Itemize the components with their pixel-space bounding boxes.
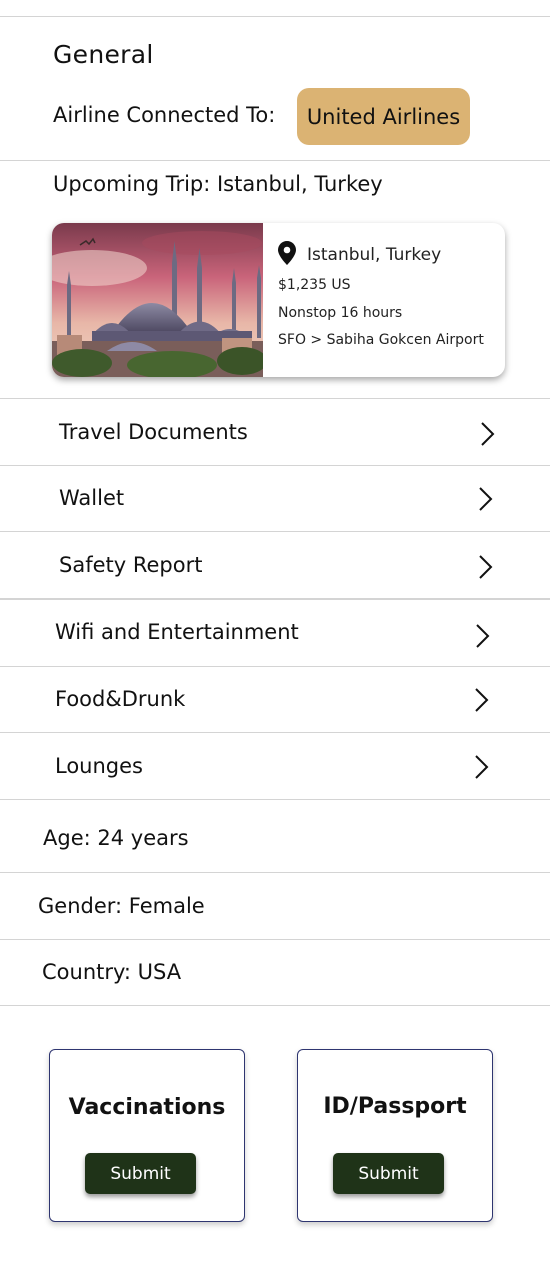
section-title-general: General [53, 40, 154, 69]
age-info: Age: 24 years [43, 826, 189, 850]
divider [0, 799, 550, 800]
chevron-right-icon [475, 688, 489, 712]
menu-item-wallet[interactable]: Wallet [0, 466, 550, 532]
menu-item-lounges[interactable]: Lounges [0, 733, 550, 799]
country-info: Country: USA [42, 960, 182, 984]
chevron-right-icon [475, 755, 489, 779]
menu-item-label: Wallet [59, 486, 125, 510]
chevron-right-icon [479, 555, 493, 579]
divider [0, 1005, 550, 1006]
airline-label: Airline Connected To: [53, 103, 276, 127]
divider [0, 939, 550, 940]
chevron-right-icon [479, 487, 493, 511]
menu-item-label: Wifi and Entertainment [55, 620, 299, 644]
trip-duration: Nonstop 16 hours [278, 305, 403, 321]
istanbul-mosque-photo [52, 223, 263, 377]
chevron-right-icon [476, 624, 490, 648]
trip-price: $1,235 US [278, 277, 351, 293]
gender-info: Gender: Female [38, 894, 205, 918]
airline-chip[interactable]: United Airlines [297, 88, 470, 145]
menu-item-travel-documents[interactable]: Travel Documents [0, 399, 550, 465]
divider [0, 160, 550, 161]
vaccinations-title: Vaccinations [68, 1095, 226, 1120]
trip-route: SFO > Sabiha Gokcen Airport [278, 332, 484, 348]
menu-item-label: Travel Documents [59, 420, 248, 444]
chevron-right-icon [481, 422, 495, 446]
menu-item-safety-report[interactable]: Safety Report [0, 532, 550, 598]
id-passport-title: ID/Passport [323, 1094, 467, 1119]
menu-item-wifi-entertainment[interactable]: Wifi and Entertainment [0, 600, 550, 666]
trip-city: Istanbul, Turkey [307, 245, 442, 265]
menu-item-label: Lounges [55, 754, 143, 778]
trip-card[interactable]: Istanbul, Turkey $1,235 US Nonstop 16 ho… [52, 223, 505, 377]
id-passport-submit-button[interactable]: Submit [333, 1153, 444, 1194]
menu-item-label: Safety Report [59, 553, 203, 577]
upcoming-trip-label: Upcoming Trip: Istanbul, Turkey [53, 172, 383, 196]
menu-item-label: Food&Drunk [55, 687, 186, 711]
menu-item-food-drunk[interactable]: Food&Drunk [0, 667, 550, 733]
top-divider [0, 16, 550, 17]
location-pin-icon [278, 241, 296, 265]
vaccinations-submit-button[interactable]: Submit [85, 1153, 196, 1194]
vaccinations-card: Vaccinations Submit [49, 1049, 245, 1222]
id-passport-card: ID/Passport Submit [297, 1049, 493, 1222]
divider [0, 872, 550, 873]
